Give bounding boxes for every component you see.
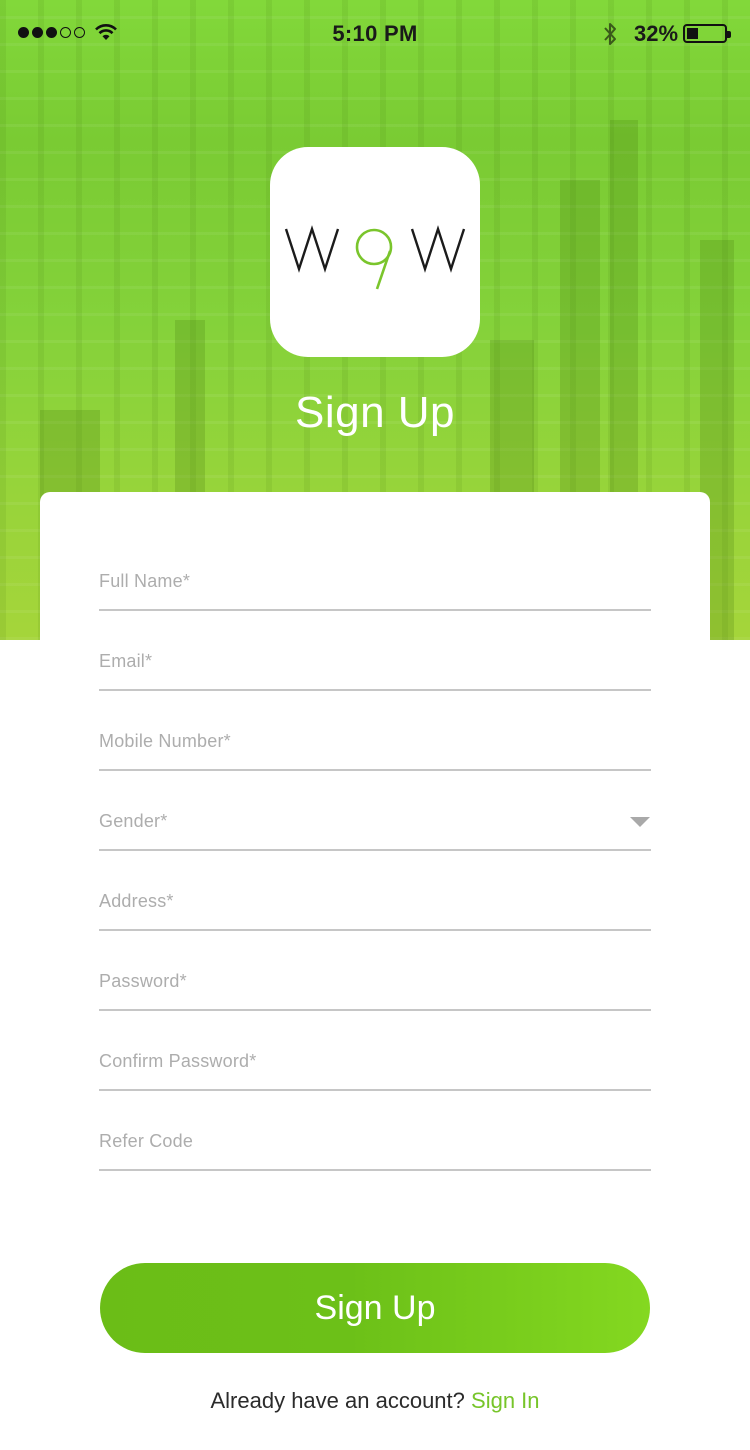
email-input[interactable]: Email*: [99, 651, 651, 691]
sign-in-prompt: Already have an account? Sign In: [0, 1388, 750, 1414]
gender-select[interactable]: Gender*: [99, 811, 651, 851]
password-placeholder: Password*: [99, 971, 187, 991]
gender-placeholder: Gender*: [99, 811, 168, 831]
w9w-logo-icon: [284, 225, 466, 290]
full-name-placeholder: Full Name*: [99, 571, 191, 591]
sign-up-button[interactable]: Sign Up: [100, 1263, 650, 1353]
sign-in-prompt-text: Already have an account?: [210, 1388, 465, 1413]
battery-icon: [683, 24, 731, 43]
bluetooth-icon: [604, 23, 616, 45]
password-input[interactable]: Password*: [99, 971, 651, 1011]
full-name-input[interactable]: Full Name*: [99, 571, 651, 611]
page-title: Sign Up: [294, 388, 456, 437]
mobile-number-input[interactable]: Mobile Number*: [99, 731, 651, 771]
app-logo: [270, 147, 480, 357]
status-bar: 5:10 PM 32%: [0, 0, 750, 66]
confirm-password-input[interactable]: Confirm Password*: [99, 1051, 651, 1091]
chevron-down-icon[interactable]: [630, 817, 650, 827]
sign-in-link[interactable]: Sign In: [471, 1388, 540, 1413]
refer-code-input[interactable]: Refer Code: [99, 1131, 651, 1171]
battery-percent: 32%: [634, 21, 679, 46]
address-placeholder: Address*: [99, 891, 174, 911]
email-placeholder: Email*: [99, 651, 153, 671]
mobile-number-placeholder: Mobile Number*: [99, 731, 231, 751]
refer-code-placeholder: Refer Code: [99, 1131, 194, 1151]
address-input[interactable]: Address*: [99, 891, 651, 931]
confirm-password-placeholder: Confirm Password*: [99, 1051, 257, 1071]
